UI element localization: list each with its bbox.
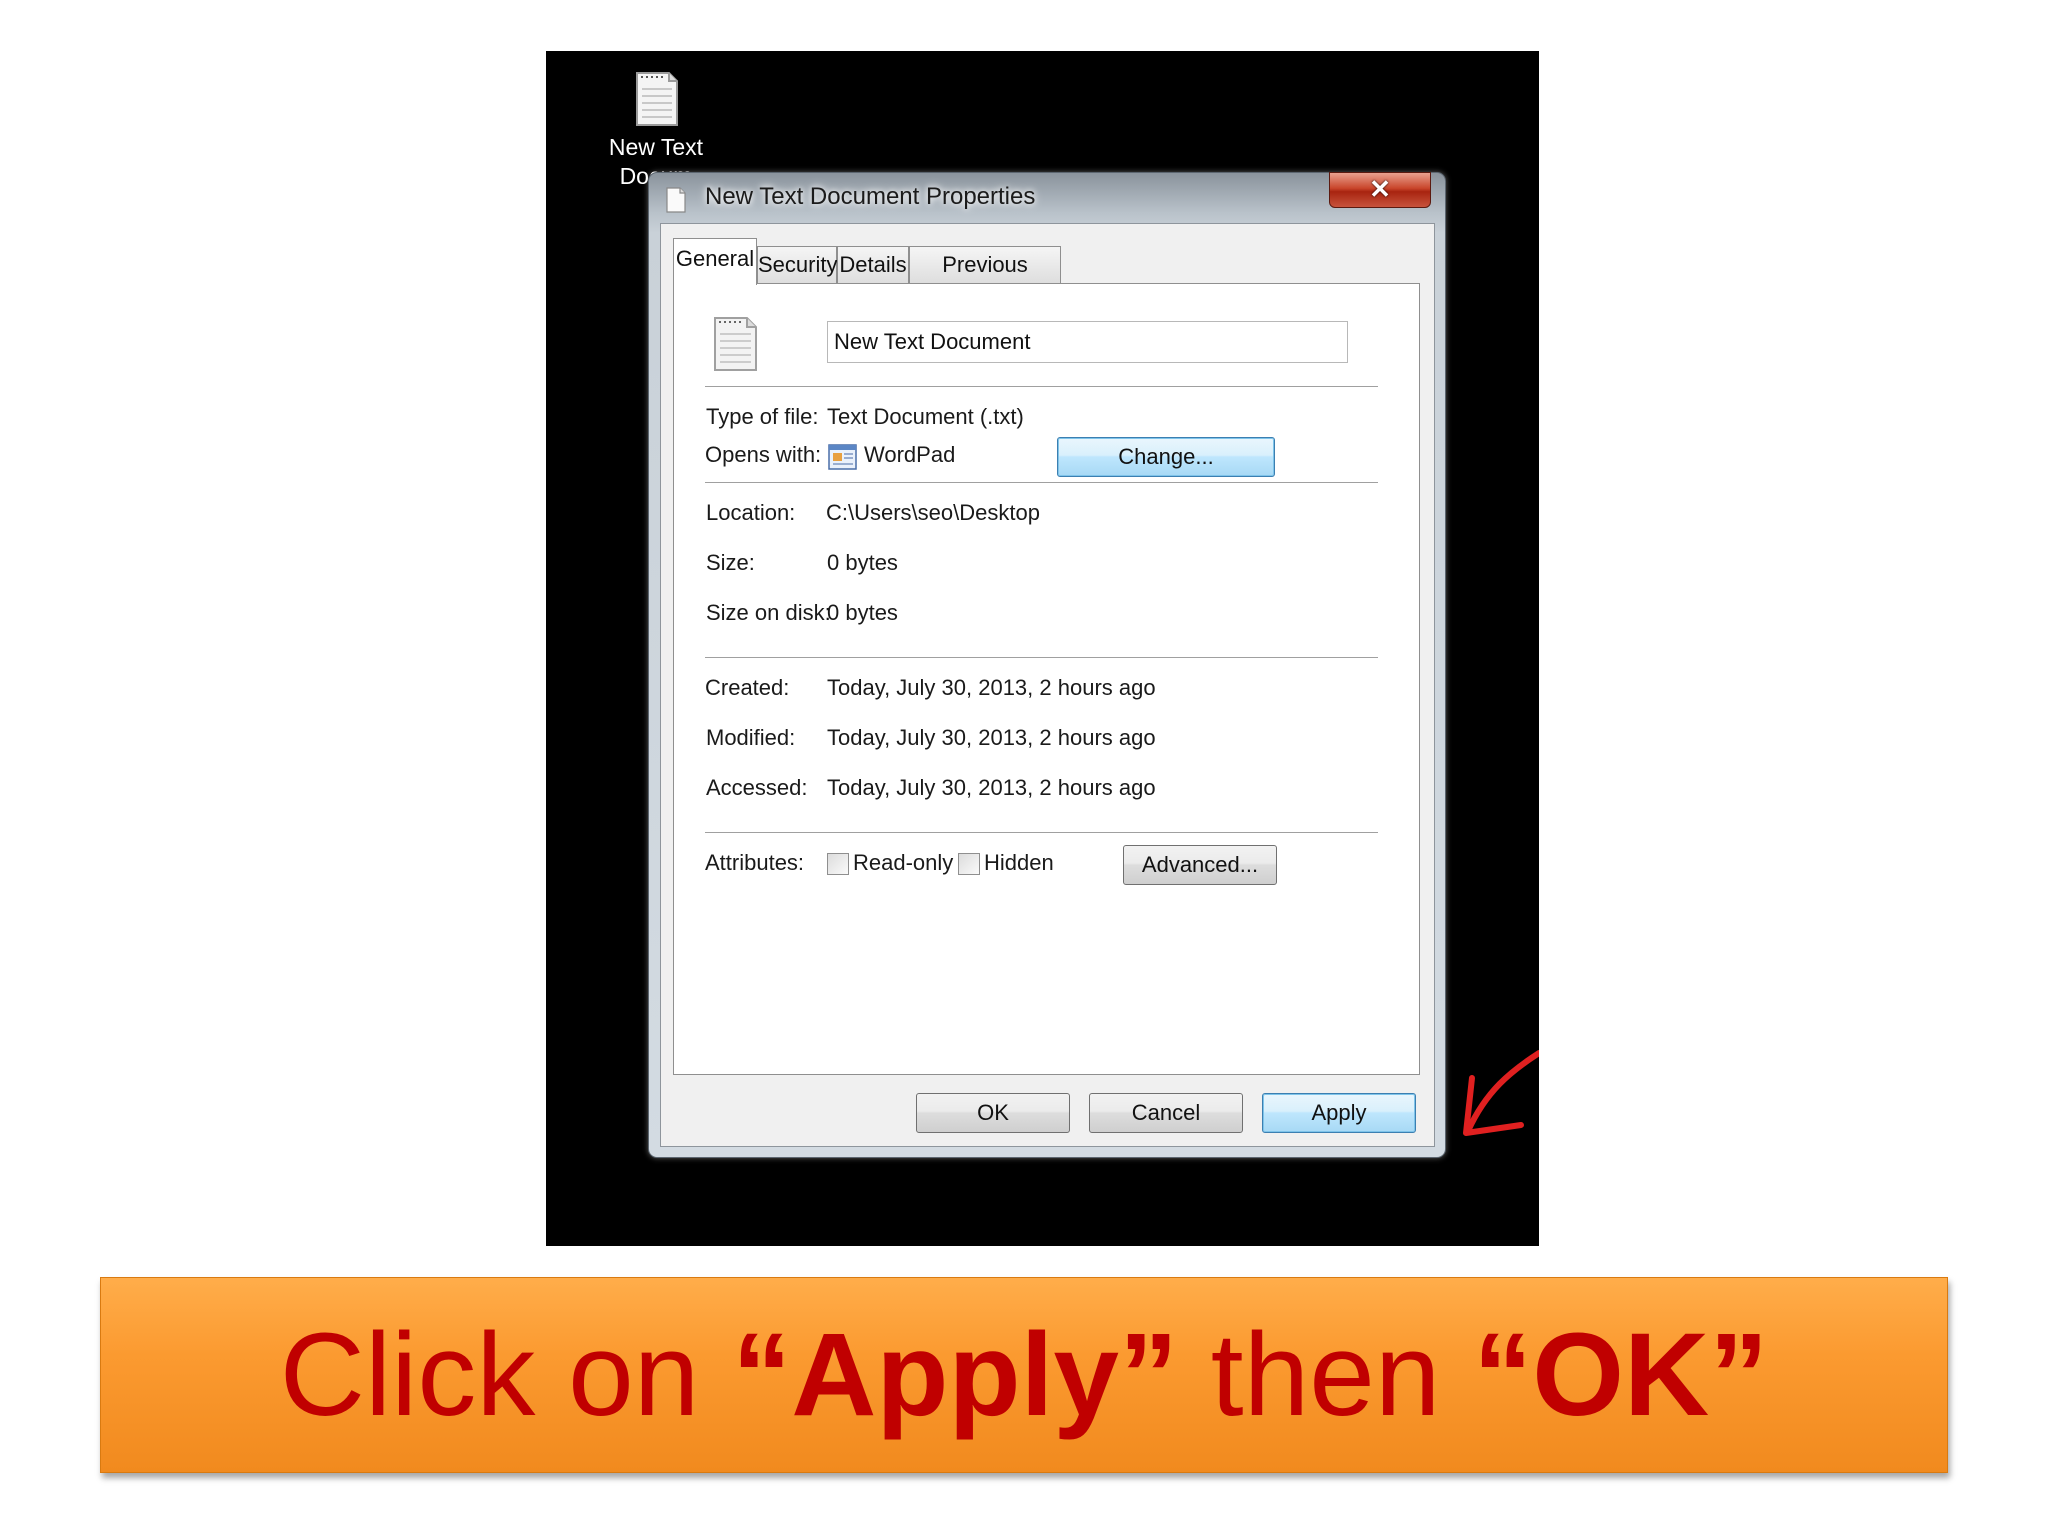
hidden-checkbox[interactable] — [958, 853, 980, 875]
text-file-icon — [666, 187, 686, 213]
tab-details[interactable]: Details — [837, 246, 909, 283]
readonly-label[interactable]: Read-only — [853, 850, 953, 876]
readonly-checkbox[interactable] — [827, 853, 849, 875]
wordpad-icon — [828, 444, 857, 470]
separator — [705, 386, 1378, 388]
separator — [705, 657, 1378, 659]
close-button[interactable]: ✕ — [1329, 172, 1431, 208]
instruction-text-part: Click on — [279, 1309, 733, 1441]
close-icon: ✕ — [1369, 174, 1391, 204]
dialog-title: New Text Document Properties — [705, 183, 1036, 210]
instruction-text: Click on “Apply” then “OK” — [101, 1278, 1947, 1472]
modified-value: Today, July 30, 2013, 2 hours ago — [827, 725, 1156, 750]
opens-with-value: WordPad — [864, 442, 956, 467]
desktop-icon-label-line1: New Text — [608, 134, 704, 160]
general-tab-panel: New Text Document Type of file: Text Doc… — [673, 283, 1420, 1075]
apply-button[interactable]: Apply — [1262, 1093, 1416, 1133]
cancel-button[interactable]: Cancel — [1089, 1093, 1243, 1133]
dialog-titlebar[interactable]: New Text Document Properties ✕ — [649, 172, 1445, 223]
advanced-button[interactable]: Advanced... — [1123, 845, 1277, 885]
separator — [705, 482, 1378, 484]
accessed-value: Today, July 30, 2013, 2 hours ago — [827, 775, 1156, 800]
opens-with-label: Opens with: — [705, 442, 822, 467]
size-on-disk-label: Size on disk: — [706, 600, 831, 625]
attributes-label: Attributes: — [705, 850, 805, 875]
instruction-apply: “Apply” — [732, 1309, 1179, 1441]
ok-button[interactable]: OK — [916, 1093, 1070, 1133]
tab-previous-versions[interactable]: Previous Versions — [909, 246, 1061, 313]
dialog-body: General Security Details Previous Versio… — [660, 223, 1435, 1147]
location-label: Location: — [706, 500, 796, 525]
location-value: C:\Users\seo\Desktop — [826, 500, 1040, 525]
tab-general[interactable]: General — [673, 238, 757, 285]
size-label: Size: — [706, 550, 755, 575]
instruction-text-part: then — [1178, 1309, 1474, 1441]
tab-security[interactable]: Security — [757, 246, 837, 283]
red-arrow-icon — [1463, 1050, 1539, 1136]
modified-label: Modified: — [706, 725, 796, 750]
instruction-banner: Click on “Apply” then “OK” — [100, 1277, 1948, 1473]
text-file-icon — [714, 317, 757, 371]
created-label: Created: — [705, 675, 790, 700]
properties-dialog: New Text Document Properties ✕ General S… — [648, 172, 1446, 1158]
file-name-field[interactable]: New Text Document — [827, 321, 1348, 363]
size-value: 0 bytes — [827, 550, 898, 575]
type-of-file-value: Text Document (.txt) — [827, 404, 1024, 429]
screenshot-desktop: New TextDocum New Text Document Properti… — [546, 51, 1539, 1246]
created-value: Today, July 30, 2013, 2 hours ago — [827, 675, 1156, 700]
accessed-label: Accessed: — [706, 775, 808, 800]
hidden-label[interactable]: Hidden — [984, 850, 1054, 876]
text-file-icon — [636, 72, 678, 126]
type-of-file-label: Type of file: — [706, 404, 819, 429]
separator — [705, 832, 1378, 834]
instruction-ok: “OK” — [1473, 1309, 1769, 1441]
size-on-disk-value: 0 bytes — [827, 600, 898, 625]
change-button[interactable]: Change... — [1057, 437, 1275, 477]
